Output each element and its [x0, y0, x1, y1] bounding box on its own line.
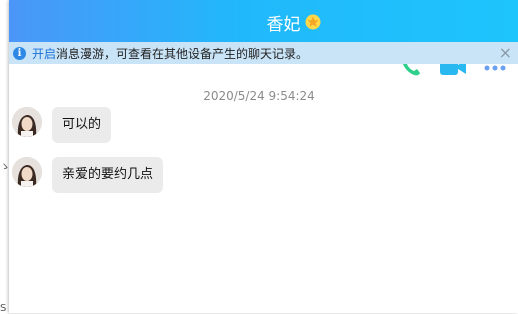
message-bubble[interactable]: 亲爱的要约几点 [52, 157, 164, 193]
enable-roaming-link[interactable]: 开启 [32, 45, 56, 62]
star-badge-icon[interactable] [305, 14, 321, 30]
more-icon[interactable] [484, 64, 508, 72]
message-bubble[interactable]: 可以的 [52, 107, 112, 143]
avatar[interactable] [12, 157, 42, 187]
avatar[interactable] [12, 107, 42, 137]
background-window-strip [0, 0, 8, 313]
message-timestamp: 2020/5/24 9:54:24 [203, 89, 315, 103]
message-row: 亲爱的要约几点 [12, 157, 164, 193]
contact-name: 香妃 [266, 14, 301, 35]
message-roaming-notice: i 开启 消息漫游，可查看在其他设备产生的聊天记录。 × [9, 42, 518, 64]
message-row: 可以的 [12, 107, 112, 143]
chat-header: 香妃 [9, 0, 518, 44]
title-bar: 香妃 [9, 0, 518, 44]
info-icon: i [13, 46, 26, 60]
close-icon[interactable]: × [499, 44, 512, 62]
notice-text: 消息漫游，可查看在其他设备产生的聊天记录。 [56, 46, 309, 61]
